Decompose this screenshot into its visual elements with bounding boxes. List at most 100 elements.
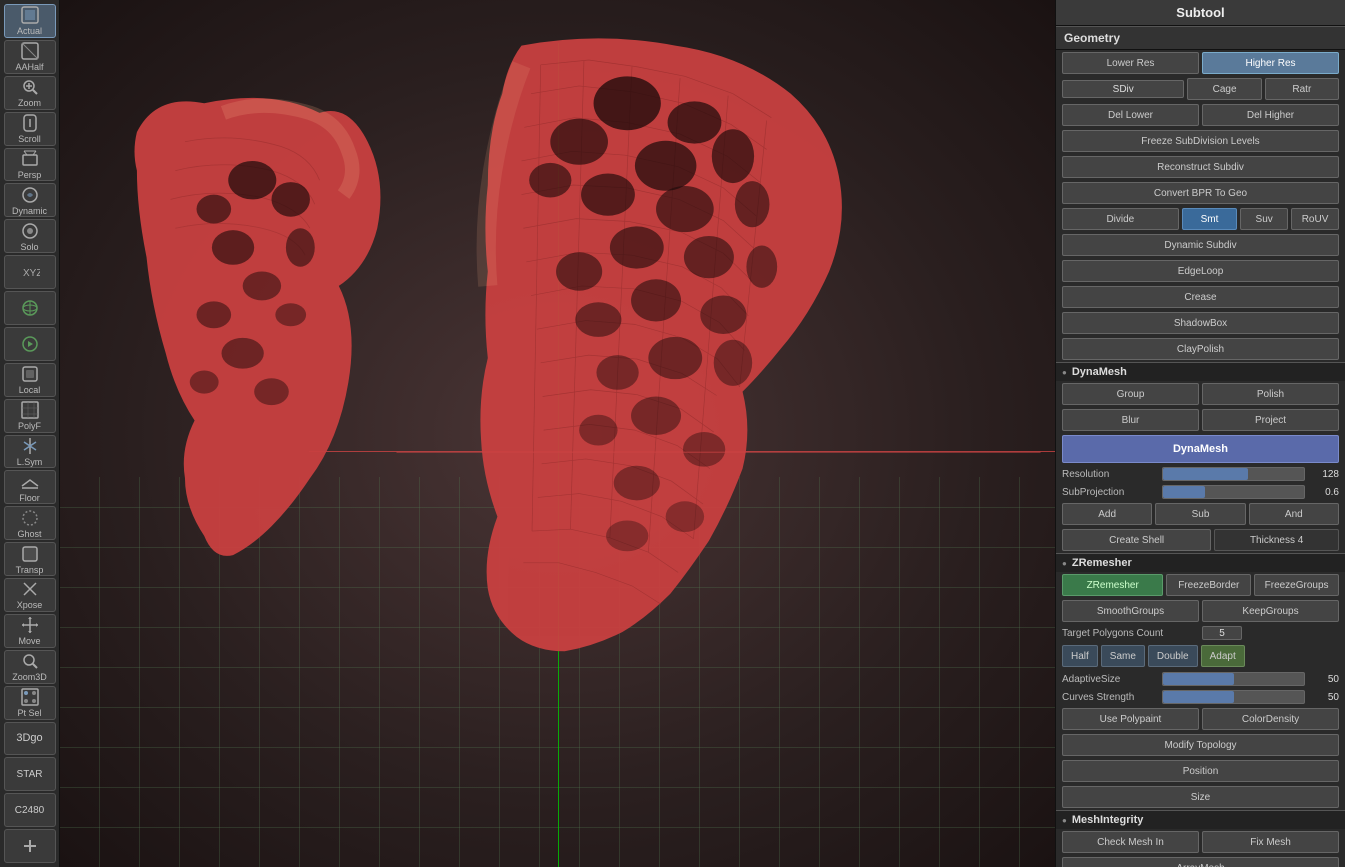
tool-lsym[interactable]: L.Sym (4, 435, 56, 469)
thickness-label-value: Thickness 4 (1214, 529, 1339, 551)
subtool-header: Subtool (1056, 0, 1345, 26)
size-row: Size (1056, 784, 1345, 810)
blur-button[interactable]: Blur (1062, 409, 1199, 431)
ratr-button[interactable]: Ratr (1265, 78, 1339, 100)
dynamesh-button[interactable]: DynaMesh (1062, 435, 1339, 463)
curves-strength-label: Curves Strength (1062, 692, 1162, 703)
add-sub-and-row: Add Sub And (1056, 501, 1345, 527)
target-polygons-value[interactable]: 5 (1202, 626, 1242, 640)
polish-button[interactable]: Polish (1202, 383, 1339, 405)
sub-button[interactable]: Sub (1155, 503, 1245, 525)
project-button[interactable]: Project (1202, 409, 1339, 431)
zremesher-freeze-row: ZRemesher FreezeBorder FreezeGroups (1056, 572, 1345, 598)
check-fix-mesh-row: Check Mesh In Fix Mesh (1056, 829, 1345, 855)
tool-arrow[interactable] (4, 327, 56, 361)
sdiv-cage-ratr-row: SDiv Cage Ratr (1056, 76, 1345, 102)
tool-local[interactable]: Local (4, 363, 56, 397)
adapt-button[interactable]: Adapt (1201, 645, 1245, 667)
blur-project-row: Blur Project (1056, 407, 1345, 433)
suv-button[interactable]: Suv (1240, 208, 1288, 230)
claypolish-button[interactable]: ClayPolish (1062, 338, 1339, 360)
keep-groups-button[interactable]: KeepGroups (1202, 600, 1339, 622)
tool-ptsel[interactable]: Pt Sel (4, 686, 56, 720)
add-button[interactable]: Add (1062, 503, 1152, 525)
higher-res-button[interactable]: Higher Res (1202, 52, 1339, 74)
position-button[interactable]: Position (1062, 760, 1339, 782)
check-mesh-in-button[interactable]: Check Mesh In (1062, 831, 1199, 853)
freeze-subdiv-button[interactable]: Freeze SubDivision Levels (1062, 130, 1339, 152)
subprojection-slider[interactable] (1162, 485, 1305, 499)
and-button[interactable]: And (1249, 503, 1339, 525)
zremesher-section-divider[interactable]: ZRemesher (1056, 553, 1345, 572)
divide-smt-suv-row: Divide Smt Suv RoUV (1056, 206, 1345, 232)
color-density-button[interactable]: ColorDensity (1202, 708, 1339, 730)
subprojection-row: SubProjection 0.6 (1056, 483, 1345, 501)
tool-star[interactable]: STAR (4, 757, 56, 791)
tool-actual[interactable]: Actual (4, 4, 56, 38)
create-shell-button[interactable]: Create Shell (1062, 529, 1211, 551)
tool-xyz[interactable]: XYZ (4, 255, 56, 289)
del-lower-higher-row: Del Lower Del Higher (1056, 102, 1345, 128)
modify-topology-row: Modify Topology (1056, 732, 1345, 758)
use-polypaint-button[interactable]: Use Polypaint (1062, 708, 1199, 730)
mesh-integrity-section-divider[interactable]: MeshIntegrity (1056, 810, 1345, 829)
tool-polyf[interactable]: PolyF (4, 399, 56, 433)
group-button[interactable]: Group (1062, 383, 1199, 405)
lower-res-button[interactable]: Lower Res (1062, 52, 1199, 74)
shadowbox-button[interactable]: ShadowBox (1062, 312, 1339, 334)
tool-zoom3d[interactable]: Zoom3D (4, 650, 56, 684)
left-toolbar: Actual AAHalf Zoom Scroll Persp Dynamic … (0, 0, 60, 867)
resolution-row: Resolution 128 (1056, 465, 1345, 483)
modify-topology-button[interactable]: Modify Topology (1062, 734, 1339, 756)
edgeloop-button[interactable]: EdgeLoop (1062, 260, 1339, 282)
half-button[interactable]: Half (1062, 645, 1098, 667)
tool-c2480[interactable]: C2480 (4, 793, 56, 827)
size-button[interactable]: Size (1062, 786, 1339, 808)
curves-strength-row: Curves Strength 50 (1056, 688, 1345, 706)
tool-move[interactable]: Move (4, 614, 56, 648)
right-panel: Subtool Geometry Lower Res Higher Res SD… (1055, 0, 1345, 867)
tool-xpose[interactable]: Xpose (4, 578, 56, 612)
tool-dynamic[interactable]: Dynamic (4, 183, 56, 217)
tool-floor[interactable]: Floor (4, 470, 56, 504)
resolution-slider[interactable] (1162, 467, 1305, 481)
freeze-groups-button[interactable]: FreezeGroups (1254, 574, 1339, 596)
lower-higher-res-row: Lower Res Higher Res (1056, 50, 1345, 76)
smt-button[interactable]: Smt (1182, 208, 1238, 230)
rouv-button[interactable]: RoUV (1291, 208, 1339, 230)
tool-persp[interactable]: Persp (4, 148, 56, 182)
freeze-border-button[interactable]: FreezeBorder (1166, 574, 1251, 596)
fix-mesh-button[interactable]: Fix Mesh (1202, 831, 1339, 853)
tool-plus[interactable] (4, 829, 56, 863)
tool-gyro[interactable] (4, 291, 56, 325)
subprojection-label: SubProjection (1062, 487, 1162, 498)
adaptive-size-slider[interactable] (1162, 672, 1305, 686)
zremesher-button[interactable]: ZRemesher (1062, 574, 1163, 596)
tool-3dgo[interactable]: 3Dgo (4, 722, 56, 756)
dynamic-subdiv-button[interactable]: Dynamic Subdiv (1062, 234, 1339, 256)
del-lower-button[interactable]: Del Lower (1062, 104, 1199, 126)
dynamesh-section-divider[interactable]: DynaMesh (1056, 362, 1345, 381)
double-button[interactable]: Double (1148, 645, 1198, 667)
crease-button[interactable]: Crease (1062, 286, 1339, 308)
tool-scroll[interactable]: Scroll (4, 112, 56, 146)
convert-bpr-button[interactable]: Convert BPR To Geo (1062, 182, 1339, 204)
tool-zoom[interactable]: Zoom (4, 76, 56, 110)
del-higher-button[interactable]: Del Higher (1202, 104, 1339, 126)
smooth-keep-row: SmoothGroups KeepGroups (1056, 598, 1345, 624)
reconstruct-subdiv-button[interactable]: Reconstruct Subdiv (1062, 156, 1339, 178)
cage-button[interactable]: Cage (1187, 78, 1261, 100)
tool-transp[interactable]: Transp (4, 542, 56, 576)
tool-solo[interactable]: Solo (4, 219, 56, 253)
tool-aahalf[interactable]: AAHalf (4, 40, 56, 74)
main-viewport[interactable] (60, 0, 1055, 867)
target-polygons-row: Target Polygons Count 5 (1056, 624, 1345, 642)
curves-strength-slider[interactable] (1162, 690, 1305, 704)
same-button[interactable]: Same (1101, 645, 1145, 667)
sdiv-slider[interactable]: SDiv (1062, 80, 1184, 98)
smooth-groups-button[interactable]: SmoothGroups (1062, 600, 1199, 622)
array-mesh-button[interactable]: ArrayMesh (1062, 857, 1339, 867)
divide-button[interactable]: Divide (1062, 208, 1179, 230)
adaptive-size-value: 50 (1309, 674, 1339, 685)
tool-ghost[interactable]: Ghost (4, 506, 56, 540)
